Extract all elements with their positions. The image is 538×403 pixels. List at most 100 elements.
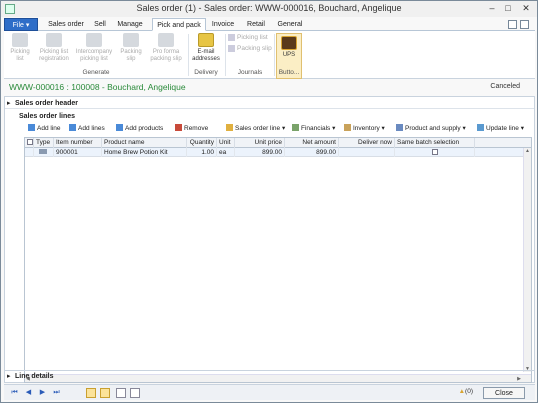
inventory-icon: [344, 124, 351, 131]
tab-general[interactable]: General: [275, 18, 305, 31]
tab-sell[interactable]: Sell: [90, 18, 110, 31]
status-badge: Canceled: [490, 83, 520, 90]
financials-menu[interactable]: Financials ▾: [292, 123, 335, 134]
button-label: Packing slip: [237, 45, 272, 53]
sales-order-line-menu[interactable]: Sales order line ▾: [226, 123, 285, 134]
unit-price-cell[interactable]: 899.00: [235, 148, 285, 157]
col-product-name[interactable]: Product name: [102, 138, 187, 148]
group-label-buttons: Butto...: [278, 69, 300, 76]
group-label-generate: Generate: [82, 69, 110, 76]
update-line-menu[interactable]: Update line ▾: [477, 123, 524, 134]
table-row[interactable]: 900001 Home Brew Potion Kit 1.00 ea 899.…: [25, 148, 531, 157]
button-label: Financials ▾: [301, 125, 336, 132]
first-record-icon[interactable]: ⏮: [10, 388, 19, 397]
add-line-button[interactable]: Add line: [28, 123, 61, 134]
journal-picking-list-button[interactable]: Picking list: [228, 34, 268, 41]
tab-invoice[interactable]: Invoice: [209, 18, 237, 31]
notifications-indicator[interactable]: ▲(0): [459, 388, 473, 395]
picking-list-button[interactable]: Picking list: [6, 33, 34, 63]
record-title: WWW-000016 : 100008 - Bouchard, Angeliqu…: [9, 82, 186, 92]
col-deliver-now[interactable]: Deliver now: [339, 138, 395, 148]
button-label: Inventory ▾: [353, 125, 385, 132]
close-window-button[interactable]: ✕: [519, 2, 533, 14]
intercompany-picking-list-button[interactable]: Intercompany picking list: [74, 33, 114, 63]
product-and-supply-menu[interactable]: Product and supply ▾: [396, 123, 466, 134]
tab-sales-order[interactable]: Sales order: [46, 18, 86, 31]
help-icon[interactable]: [520, 20, 529, 29]
product-icon: [396, 124, 403, 131]
expand-icon: ▸: [7, 373, 11, 380]
ribbon-tabs: File ▾ Sales order Sell Manage Pick and …: [4, 18, 535, 31]
minimize-button[interactable]: –: [485, 2, 499, 14]
packing-slip-button[interactable]: Packing slip: [117, 33, 145, 63]
picking-list-registration-button[interactable]: Picking list registration: [36, 33, 72, 63]
document-icon: [158, 33, 174, 47]
layout-icon[interactable]: [508, 20, 517, 29]
attach-icon[interactable]: [116, 388, 126, 398]
inventory-menu[interactable]: Inventory ▾: [344, 123, 385, 134]
col-quantity[interactable]: Quantity: [187, 138, 217, 148]
edit-mode-icon[interactable]: [86, 388, 96, 398]
tab-pick-and-pack[interactable]: Pick and pack: [152, 18, 206, 31]
col-unit-price[interactable]: Unit price: [235, 138, 285, 148]
fasttab-sales-order-header[interactable]: ▸ Sales order header: [5, 98, 534, 109]
scroll-up-icon[interactable]: ▲: [525, 148, 530, 154]
email-addresses-button[interactable]: E-mail addresses: [190, 33, 222, 63]
document-icon: [12, 33, 28, 47]
tab-manage[interactable]: Manage: [115, 18, 145, 31]
view-mode-icon[interactable]: [100, 388, 110, 398]
fasttab-line-details[interactable]: ▸ Line details: [5, 370, 534, 381]
lightning-icon: [226, 124, 233, 131]
select-all-checkbox[interactable]: [25, 138, 34, 148]
update-icon: [477, 124, 484, 131]
type-cell: [34, 148, 54, 157]
line-type-icon: [39, 149, 47, 154]
content-area: ▸ Sales order header Sales order lines A…: [4, 96, 535, 383]
net-amount-cell[interactable]: 899.00: [285, 148, 339, 157]
col-same-batch-selection[interactable]: Same batch selection: [395, 138, 475, 148]
col-net-amount[interactable]: Net amount: [285, 138, 339, 148]
button-label: UPS: [282, 52, 296, 58]
maximize-button[interactable]: □: [501, 2, 515, 14]
group-label-journals: Journals: [237, 69, 263, 76]
pro-forma-packing-slip-button[interactable]: Pro forma packing slip: [148, 33, 184, 63]
financials-icon: [292, 124, 299, 131]
add-lines-button[interactable]: Add lines: [69, 123, 105, 134]
title-bar: Sales order (1) - Sales order: WWW-00001…: [1, 1, 537, 17]
row-selector[interactable]: [25, 148, 34, 157]
fasttab-sales-order-lines[interactable]: Sales order lines: [5, 111, 534, 122]
col-item-number[interactable]: Item number: [54, 138, 102, 148]
expand-icon: ▸: [7, 100, 11, 107]
section-title: Sales order header: [15, 100, 79, 107]
document-handling-icon[interactable]: [130, 388, 140, 398]
add-products-button[interactable]: Add products: [116, 123, 163, 134]
button-label: Product and supply ▾: [405, 125, 466, 132]
sales-order-window: Sales order (1) - Sales order: WWW-00001…: [0, 0, 538, 403]
tab-retail[interactable]: Retail: [243, 18, 269, 31]
item-number-cell[interactable]: 900001: [54, 148, 102, 157]
tab-file[interactable]: File ▾: [4, 18, 38, 31]
product-name-cell[interactable]: Home Brew Potion Kit: [102, 148, 187, 157]
col-unit[interactable]: Unit: [217, 138, 235, 148]
deliver-now-cell[interactable]: [339, 148, 395, 157]
close-button[interactable]: Close: [483, 387, 525, 399]
same-batch-cell[interactable]: [395, 148, 475, 157]
vertical-scrollbar[interactable]: ▲ ▼: [523, 148, 531, 372]
next-record-icon[interactable]: ▶: [38, 388, 47, 397]
last-record-icon[interactable]: ⏭: [52, 388, 61, 397]
button-label: Intercompany picking list: [75, 49, 113, 62]
add-icon: [116, 124, 123, 131]
record-bar: WWW-000016 : 100008 - Bouchard, Angeliqu…: [4, 80, 535, 95]
remove-button[interactable]: Remove: [175, 123, 208, 134]
same-batch-checkbox[interactable]: [431, 149, 438, 156]
checkbox[interactable]: [27, 139, 33, 146]
unit-cell[interactable]: ea: [217, 148, 235, 157]
quantity-cell[interactable]: 1.00: [187, 148, 217, 157]
journal-packing-slip-button[interactable]: Packing slip: [228, 45, 272, 52]
col-type[interactable]: Type: [34, 138, 54, 148]
document-icon: [46, 33, 62, 47]
button-label: Remove: [184, 125, 209, 132]
previous-record-icon[interactable]: ◀: [24, 388, 33, 397]
status-bar: ⏮ ◀ ▶ ⏭ ▲(0) Close: [4, 384, 535, 400]
ups-logo-icon: [281, 36, 297, 50]
